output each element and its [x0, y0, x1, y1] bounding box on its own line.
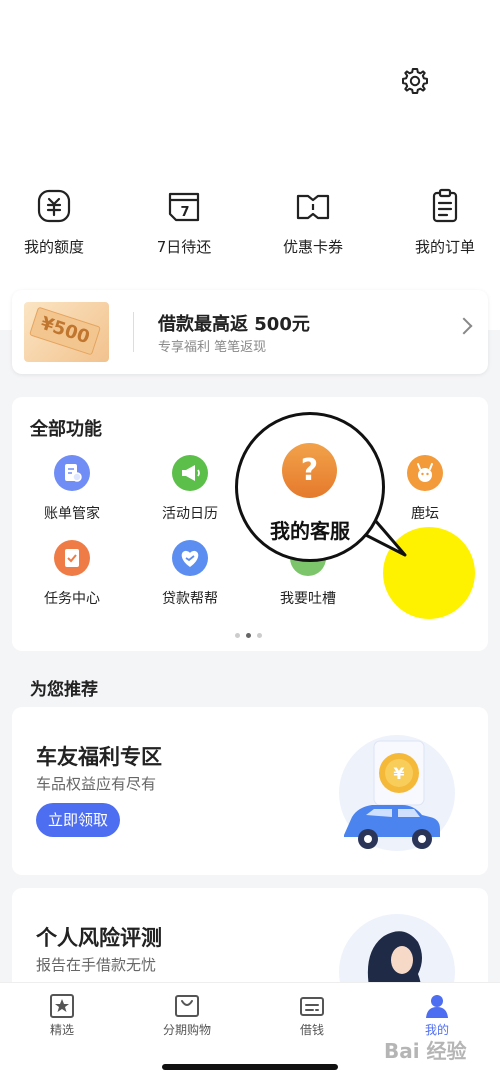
- function-label: 我要吐槽: [280, 591, 336, 607]
- star-icon: [50, 994, 74, 1018]
- shopping-bag-icon: [175, 995, 199, 1017]
- cashback-promo-banner[interactable]: ¥500 借款最高返 500元 专享福利 笔笔返现: [12, 290, 488, 374]
- magnified-callout: ? 我的客服: [235, 412, 385, 562]
- quick-action-label: 优惠卡券: [282, 238, 343, 256]
- chevron-right-icon: [455, 317, 473, 335]
- callout-label: 我的客服: [270, 519, 350, 543]
- page-indicator: [232, 623, 265, 642]
- function-label: 活动日历: [162, 506, 218, 522]
- svg-text:¥: ¥: [393, 764, 404, 783]
- gear-icon[interactable]: [400, 66, 430, 96]
- ticket-amount: ¥500: [28, 306, 102, 356]
- page-dot: [235, 633, 240, 638]
- claim-now-button[interactable]: 立即领取: [36, 803, 120, 837]
- tab-installment-shopping[interactable]: 分期购物: [137, 993, 237, 1038]
- promo-title-amount: 500: [254, 314, 292, 335]
- section-title: 全部功能: [30, 419, 102, 440]
- highlight-circle: [383, 527, 475, 619]
- coupon-icon: [296, 194, 330, 220]
- card-title: 车友福利专区: [36, 745, 162, 769]
- function-loan-helper[interactable]: 贷款帮帮: [140, 540, 240, 608]
- card-subtitle: 车品权益应有尽有: [36, 775, 157, 793]
- home-indicator: [162, 1064, 338, 1070]
- tab-label: 分期购物: [162, 1023, 211, 1037]
- divider: [133, 312, 134, 352]
- quota-icon: [37, 189, 71, 223]
- card-subtitle: 报告在手借款无忧: [36, 956, 157, 974]
- profile-header: [0, 0, 500, 330]
- recommend-card-car[interactable]: 车友福利专区 车品权益应有尽有 立即领取 ¥: [12, 707, 488, 875]
- function-activity-calendar[interactable]: 活动日历: [140, 455, 240, 523]
- function-label: 贷款帮帮: [162, 591, 218, 607]
- promo-title-prefix: 借款最高返: [158, 314, 248, 335]
- quick-action-due-7days[interactable]: 7 7日待还: [129, 188, 239, 257]
- car-coin-illustration: ¥: [339, 735, 455, 851]
- page-dot-active: [246, 633, 251, 638]
- tab-label: 借钱: [299, 1023, 324, 1037]
- question-icon: ?: [282, 443, 337, 498]
- quick-action-orders[interactable]: 我的订单: [390, 188, 500, 257]
- watermark: Bai 经验: [384, 1039, 467, 1063]
- promo-title: 借款最高返 500元: [158, 310, 310, 336]
- promo-subtitle: 专享福利 笔笔返现: [158, 340, 267, 355]
- calendar-7-icon: 7: [168, 192, 200, 222]
- cash-ticket-illustration: ¥500: [24, 302, 109, 362]
- quick-action-quota[interactable]: 我的额度: [0, 188, 109, 257]
- wallet-icon: [300, 997, 324, 1016]
- section-title: 为您推荐: [30, 680, 98, 700]
- tab-label: 精选: [49, 1023, 74, 1037]
- deer-icon: [407, 455, 443, 491]
- calendar-badge: 7: [180, 205, 189, 220]
- tab-featured[interactable]: 精选: [12, 993, 112, 1038]
- order-clipboard-icon: [432, 188, 458, 223]
- function-task-center[interactable]: 任务中心: [22, 540, 122, 608]
- tab-mine[interactable]: 我的: [387, 993, 487, 1038]
- promo-title-suffix: 元: [291, 314, 310, 335]
- user-icon: [426, 995, 448, 1018]
- function-label: 任务中心: [44, 591, 100, 607]
- function-label: 账单管家: [44, 506, 100, 522]
- quick-action-label: 我的订单: [414, 238, 475, 256]
- card-title: 个人风险评测: [36, 926, 162, 950]
- function-bill-manager[interactable]: 账单管家: [22, 455, 122, 523]
- page-dot: [257, 633, 262, 638]
- function-forum[interactable]: 鹿坛: [375, 455, 475, 523]
- megaphone-icon: [172, 455, 208, 491]
- quick-action-coupons[interactable]: 优惠卡券: [258, 188, 368, 257]
- heart-icon: [172, 540, 208, 576]
- quick-action-label: 我的额度: [23, 238, 84, 256]
- bill-icon: [54, 455, 90, 491]
- task-icon: [54, 540, 90, 576]
- tab-borrow[interactable]: 借钱: [262, 993, 362, 1038]
- quick-action-label: 7日待还: [156, 238, 212, 256]
- function-label: 鹿坛: [411, 506, 439, 522]
